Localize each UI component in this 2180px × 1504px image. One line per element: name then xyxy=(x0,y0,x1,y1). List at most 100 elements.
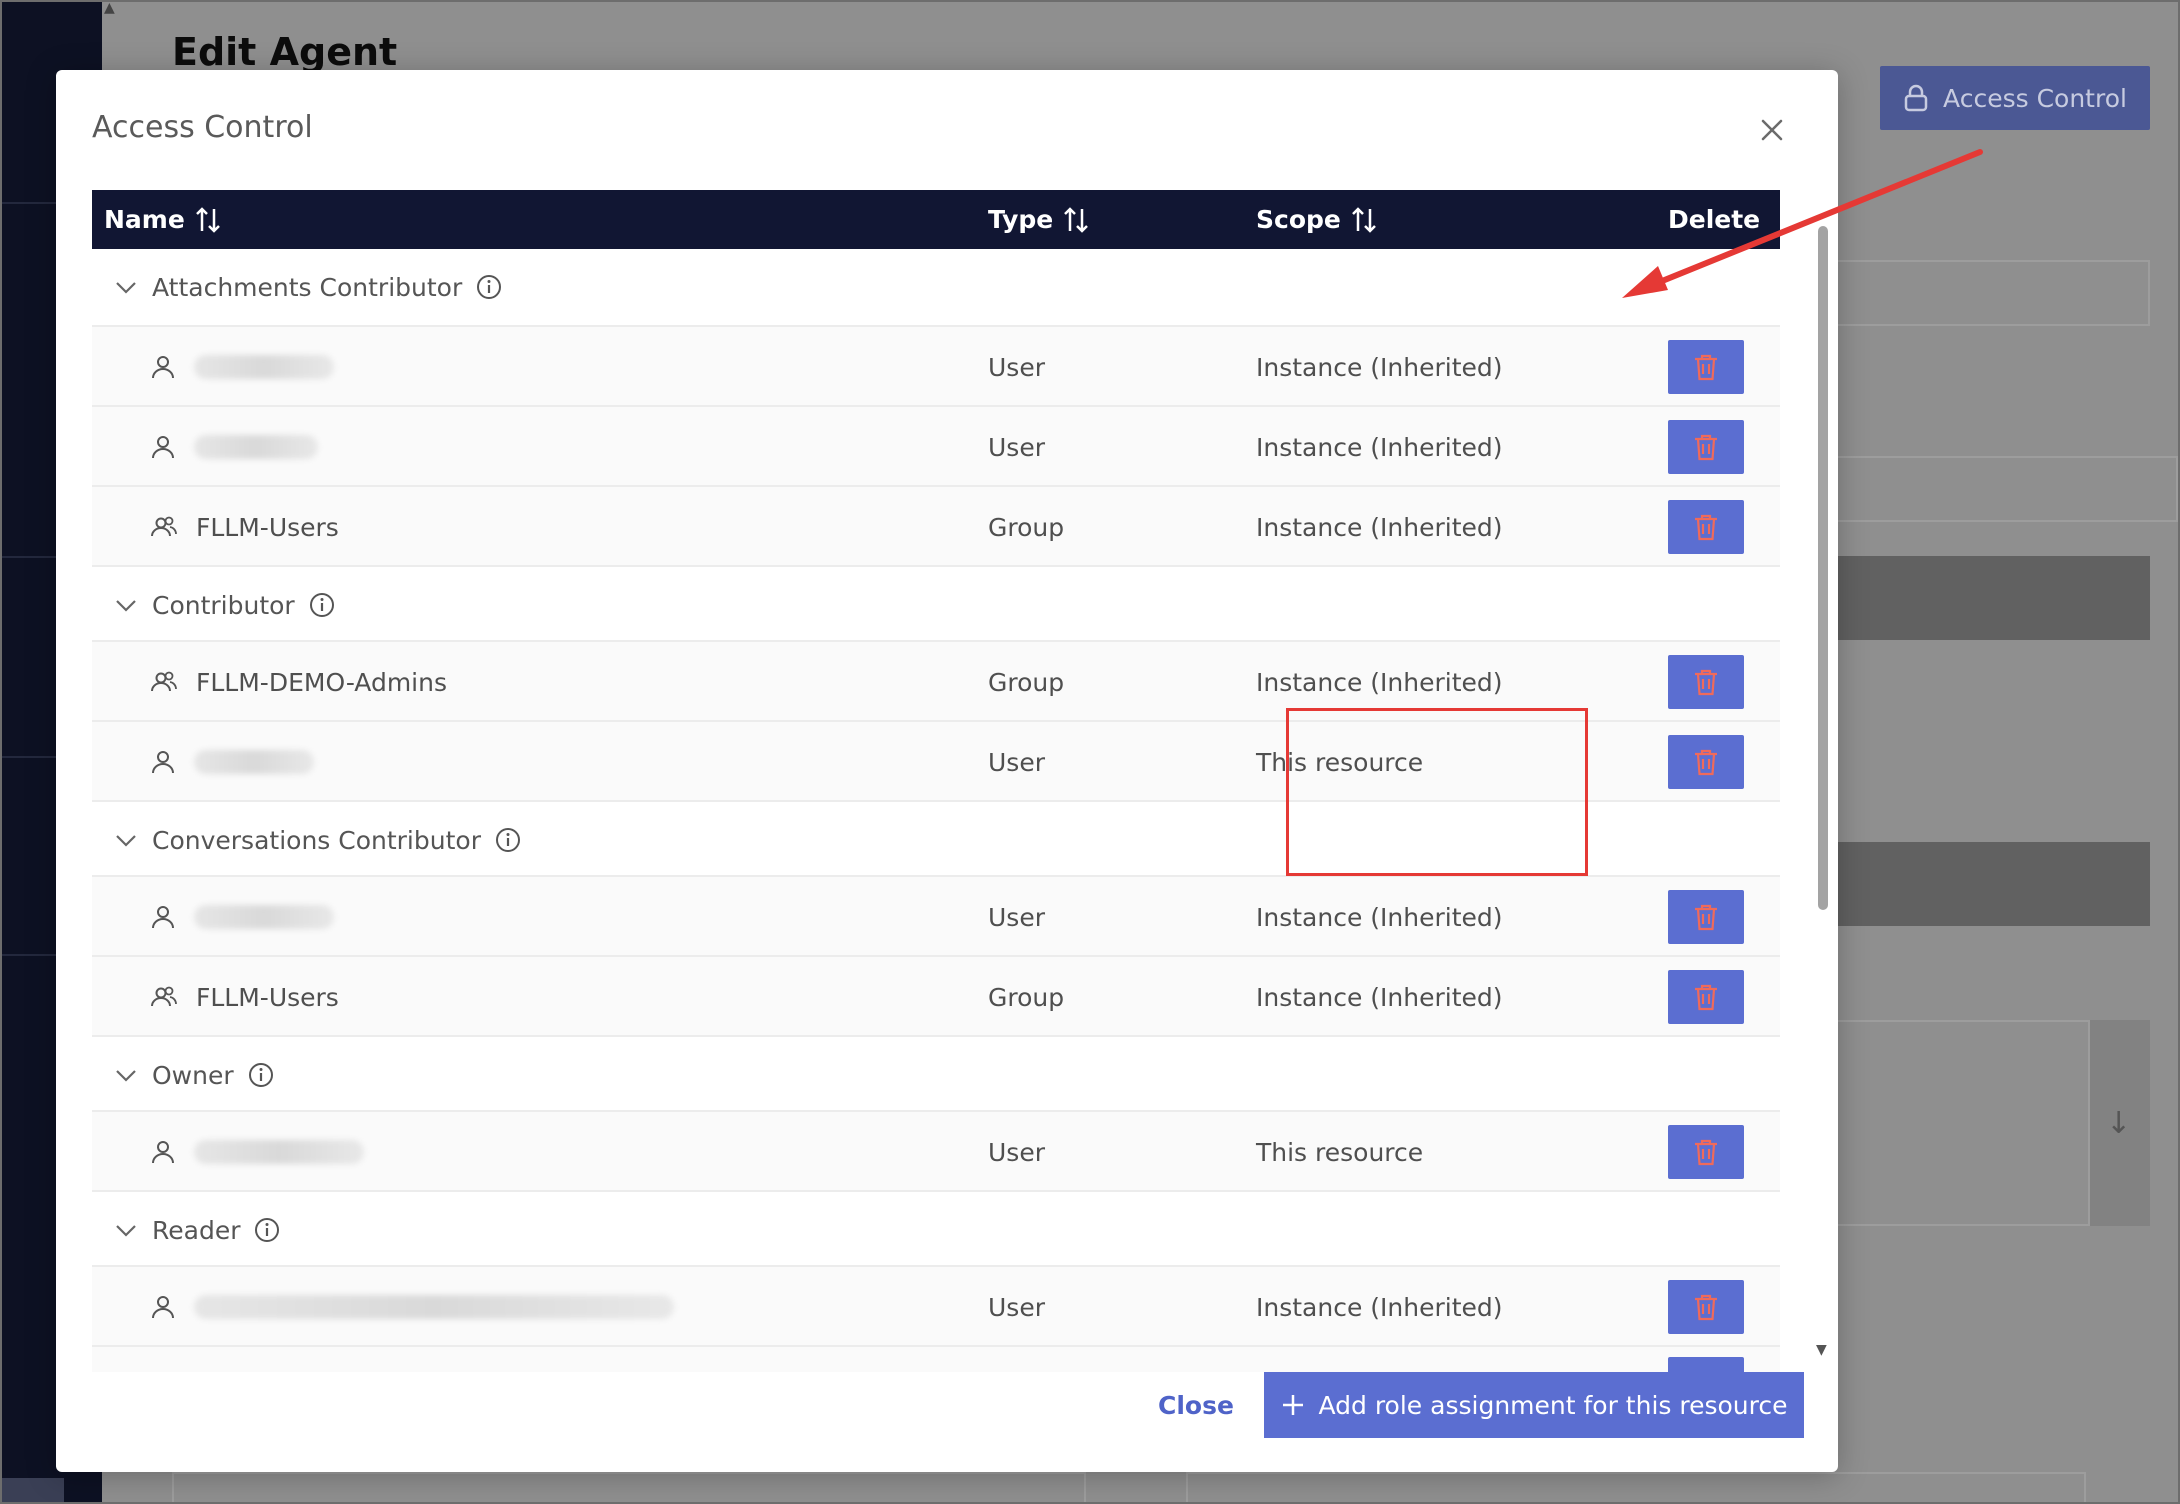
close-button[interactable]: Close xyxy=(1158,1370,1234,1440)
column-header-type-label: Type xyxy=(988,205,1054,234)
trash-icon xyxy=(1695,354,1717,381)
table-row: User Instance (Inherited) xyxy=(92,1265,1780,1345)
annotation-arrow xyxy=(1622,149,1983,298)
type-cell: User xyxy=(988,432,1045,462)
role-name: Contributor xyxy=(152,590,295,620)
redacted-name xyxy=(194,435,318,459)
type-cell: User xyxy=(988,352,1045,382)
arrow-down-icon[interactable]: ↓ xyxy=(2106,1106,2131,1141)
delete-button[interactable] xyxy=(1668,1125,1744,1179)
delete-button[interactable] xyxy=(1668,890,1744,944)
table-row: FLLM-Users Group Instance (Inherited) xyxy=(92,485,1780,565)
redacted-name xyxy=(194,750,314,774)
chevron-down-icon[interactable] xyxy=(114,828,138,852)
role-name: Attachments Contributor xyxy=(152,272,463,302)
scope-cell: Instance (Inherited) xyxy=(1256,512,1503,542)
redacted-name xyxy=(194,1295,674,1319)
type-cell: User xyxy=(988,1292,1045,1322)
access-control-button-label: Access Control xyxy=(1943,83,2127,113)
user-icon xyxy=(152,356,174,379)
chevron-down-icon[interactable] xyxy=(114,1063,138,1087)
scope-cell: Instance (Inherited) xyxy=(1256,1292,1503,1322)
info-icon[interactable] xyxy=(248,1062,274,1088)
user-icon xyxy=(152,751,174,774)
chevron-down-icon[interactable] xyxy=(114,1218,138,1242)
redacted-name xyxy=(194,355,334,379)
scope-cell: Instance (Inherited) xyxy=(1256,432,1503,462)
table-row-partial xyxy=(92,1345,1780,1372)
column-header-scope-label: Scope xyxy=(1256,205,1341,234)
type-cell: Group xyxy=(988,667,1065,697)
role-group-owner[interactable]: Owner xyxy=(92,1037,1780,1113)
assignee-name: FLLM-Users xyxy=(196,982,339,1012)
delete-button[interactable] xyxy=(1668,420,1744,474)
redacted-name xyxy=(194,905,334,929)
role-name: Conversations Contributor xyxy=(152,825,481,855)
info-icon[interactable] xyxy=(495,827,521,853)
info-icon[interactable] xyxy=(309,592,335,618)
column-header-scope[interactable]: Scope xyxy=(1256,190,1377,249)
delete-button[interactable] xyxy=(1668,340,1744,394)
add-role-assignment-button[interactable]: Add role assignment for this resource xyxy=(1264,1372,1804,1438)
user-icon xyxy=(152,436,174,459)
trash-icon xyxy=(1695,749,1717,776)
column-header-type[interactable]: Type xyxy=(988,190,1089,249)
redacted-name xyxy=(194,1140,364,1164)
annotation-highlight-box xyxy=(1286,708,1588,876)
sort-icon xyxy=(1351,206,1376,233)
bg-panel-2 xyxy=(1830,842,2150,926)
info-icon[interactable] xyxy=(254,1217,280,1243)
bg-input-2 xyxy=(1830,456,2178,522)
trash-icon xyxy=(1695,904,1717,931)
access-control-dialog: Access Control Name Type Scope Delete At… xyxy=(56,70,1838,1472)
sort-icon xyxy=(195,206,220,233)
delete-button[interactable] xyxy=(1668,735,1744,789)
user-icon xyxy=(152,906,174,929)
role-name: Reader xyxy=(152,1215,241,1245)
delete-button[interactable] xyxy=(1668,655,1744,709)
trash-icon xyxy=(1695,1294,1717,1321)
bg-footer-box xyxy=(1186,1472,2086,1504)
bg-panel-1 xyxy=(1830,556,2150,640)
type-cell: User xyxy=(988,902,1045,932)
table-header: Name Type Scope Delete xyxy=(92,190,1780,249)
table-row: User This resource xyxy=(92,1110,1780,1190)
dialog-title: Access Control xyxy=(92,110,313,145)
trash-icon xyxy=(1695,984,1717,1011)
group-icon xyxy=(151,516,177,537)
role-group-contributor[interactable]: Contributor xyxy=(92,567,1780,643)
scroll-down-arrow[interactable]: ▼ xyxy=(1816,1342,1827,1358)
table-row: User Instance (Inherited) xyxy=(92,325,1780,405)
user-icon xyxy=(152,1141,174,1164)
trash-icon xyxy=(1695,669,1717,696)
type-cell: Group xyxy=(988,982,1065,1012)
role-group-attachments-contributor[interactable]: Attachments Contributor xyxy=(92,249,1780,325)
column-header-name[interactable]: Name xyxy=(104,190,221,249)
lock-icon xyxy=(1904,84,1928,112)
delete-button[interactable] xyxy=(1668,1280,1744,1334)
access-control-button[interactable]: Access Control xyxy=(1880,66,2150,130)
scope-cell: Instance (Inherited) xyxy=(1256,982,1503,1012)
group-icon xyxy=(151,671,177,692)
table-row: User Instance (Inherited) xyxy=(92,875,1780,955)
scope-cell: This resource xyxy=(1256,1137,1424,1167)
trash-icon xyxy=(1695,514,1717,541)
delete-button[interactable] xyxy=(1668,1357,1744,1372)
bg-footer-box-left xyxy=(172,1472,1086,1504)
user-icon xyxy=(152,1296,174,1319)
role-group-reader[interactable]: Reader xyxy=(92,1192,1780,1268)
page-scroll-up-arrow[interactable]: ▲ xyxy=(104,0,118,18)
chevron-down-icon[interactable] xyxy=(114,593,138,617)
delete-button[interactable] xyxy=(1668,500,1744,554)
dialog-scrollbar-thumb[interactable] xyxy=(1818,226,1828,910)
scope-cell: Instance (Inherited) xyxy=(1256,902,1503,932)
page-title: Edit Agent xyxy=(172,30,398,74)
info-icon[interactable] xyxy=(476,274,502,300)
table-row: FLLM-Users Group Instance (Inherited) xyxy=(92,955,1780,1035)
assignee-name: FLLM-DEMO-Admins xyxy=(196,667,447,697)
scope-cell: Instance (Inherited) xyxy=(1256,352,1503,382)
delete-button[interactable] xyxy=(1668,970,1744,1024)
type-cell: User xyxy=(988,1137,1045,1167)
group-icon xyxy=(151,986,177,1007)
chevron-down-icon[interactable] xyxy=(114,275,138,299)
